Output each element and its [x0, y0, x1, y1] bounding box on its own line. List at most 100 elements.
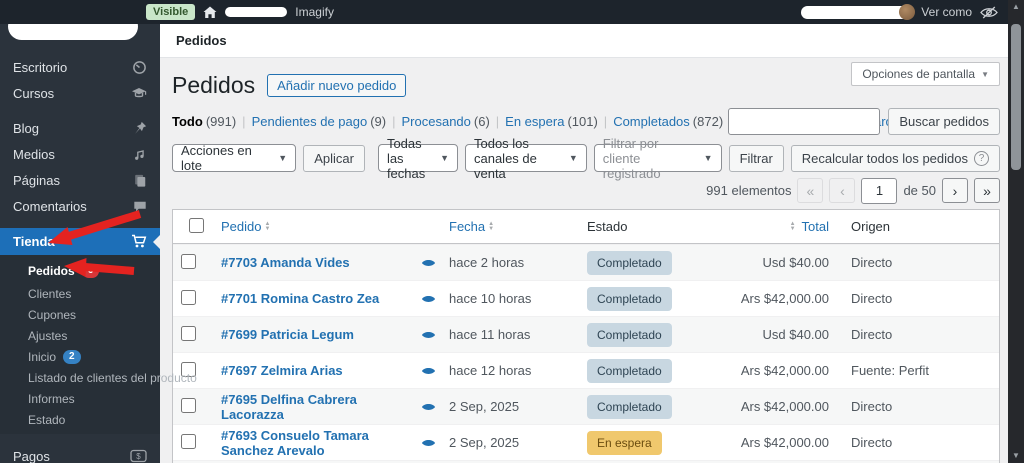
- preview-eye-icon[interactable]: [413, 330, 441, 340]
- next-page-button[interactable]: ›: [942, 178, 968, 203]
- sidebar-item-inicio[interactable]: Inicio 2: [0, 346, 160, 367]
- sidebar-item-paginas[interactable]: Páginas: [0, 167, 160, 193]
- order-link[interactable]: #7695 Delfina Cabrera Lacorazza: [221, 392, 357, 422]
- sidebar-item-ajustes[interactable]: Ajustes: [0, 325, 160, 346]
- table-row: #7703 Amanda Vides hace 2 horas Completa…: [173, 244, 999, 280]
- sidebar-item-comentarios[interactable]: Comentarios: [0, 193, 160, 219]
- order-link[interactable]: #7701 Romina Castro Zea: [221, 291, 379, 306]
- scrollbar-thumb[interactable]: [1011, 24, 1021, 170]
- customer-filter-select[interactable]: Filtrar por cliente registrado ▼: [593, 136, 722, 181]
- filter-todo[interactable]: Todo: [172, 114, 203, 129]
- sidebar-item-label: Ajustes: [28, 328, 68, 343]
- order-origin: Directo: [851, 435, 893, 450]
- add-order-button[interactable]: Añadir nuevo pedido: [267, 73, 407, 97]
- cart-icon: [131, 234, 147, 249]
- date-filter-select[interactable]: Todas las fechas ▼: [377, 136, 458, 181]
- column-header-fecha[interactable]: Fecha ▲ ▼: [441, 219, 579, 234]
- sidebar-item-pedidos[interactable]: Pedidos 6: [0, 258, 160, 283]
- preview-eye-icon[interactable]: [413, 258, 441, 268]
- orders-table: Pedido ▲ ▼ Fecha ▲ ▼ Estado ▲ ▼ Total Orige…: [172, 209, 1000, 463]
- table-row: #7695 Delfina Cabrera Lacorazza 2 Sep, 2…: [173, 388, 999, 424]
- wp-admin-screen: Escritorio Cursos Blog Medios Páginas Co…: [0, 0, 1024, 463]
- user-account-redacted[interactable]: [801, 3, 916, 20]
- preview-eye-icon[interactable]: [413, 294, 441, 304]
- sidebar-item-estado[interactable]: Estado: [0, 409, 160, 430]
- page-title: Pedidos: [172, 71, 256, 98]
- filter-button[interactable]: Filtrar: [728, 144, 784, 172]
- view-as-menu[interactable]: Ver como: [921, 5, 972, 19]
- filter-en-espera[interactable]: En espera: [505, 114, 564, 129]
- pagination: 991 elementos « ‹ de 50 › »: [172, 177, 1000, 204]
- sidebar-nav: Escritorio Cursos Blog Medios Páginas Co…: [0, 0, 197, 463]
- items-count: 991 elementos: [706, 183, 792, 198]
- eye-off-icon[interactable]: [980, 6, 998, 19]
- sidebar-item-label: Cupones: [28, 307, 77, 322]
- apply-button[interactable]: Aplicar: [303, 144, 365, 172]
- sidebar-item-medios[interactable]: Medios: [0, 141, 160, 167]
- preview-eye-icon[interactable]: [413, 438, 441, 448]
- row-checkbox[interactable]: [181, 433, 196, 449]
- recalculate-orders-button[interactable]: Recalcular todos los pedidos ?: [790, 144, 1000, 172]
- preview-eye-icon[interactable]: [413, 366, 441, 376]
- chevron-down-icon: ▼: [703, 153, 713, 163]
- order-link[interactable]: #7693 Consuelo Tamara Sanchez Arevalo: [221, 428, 369, 458]
- order-link[interactable]: #7703 Amanda Vides: [221, 255, 350, 270]
- sales-channel-select[interactable]: Todos los canales de venta ▼: [464, 136, 587, 181]
- avatar: [899, 3, 916, 20]
- preview-eye-icon[interactable]: [413, 402, 441, 412]
- sidebar-item-escritorio[interactable]: Escritorio: [0, 54, 160, 80]
- order-total: Ars $42,000.00: [740, 435, 829, 450]
- sidebar-item-label: Pagos: [13, 448, 50, 463]
- order-date: hace 11 horas: [449, 327, 531, 342]
- column-header-pedido[interactable]: Pedido ▲ ▼: [213, 219, 413, 234]
- search-orders-button[interactable]: Buscar pedidos: [888, 108, 1000, 135]
- comment-icon: [133, 200, 147, 213]
- sidebar-item-tienda[interactable]: Tienda: [0, 228, 160, 255]
- scroll-down-arrow[interactable]: ▼: [1008, 450, 1024, 462]
- screen-options-label: Opciones de pantalla: [862, 67, 976, 81]
- site-name-redacted[interactable]: [225, 7, 288, 17]
- pages-icon: [133, 173, 147, 188]
- order-link[interactable]: #7699 Patricia Legum: [221, 327, 354, 342]
- sidebar-item-clientes[interactable]: Clientes: [0, 283, 160, 304]
- sidebar-item-cupones[interactable]: Cupones: [0, 304, 160, 325]
- sidebar-item-cursos[interactable]: Cursos: [0, 80, 160, 106]
- row-checkbox[interactable]: [181, 397, 196, 413]
- filter-procesando[interactable]: Procesando: [402, 114, 471, 129]
- order-link[interactable]: #7697 Zelmira Arias: [221, 363, 343, 378]
- row-checkbox[interactable]: [181, 325, 196, 341]
- first-page-button[interactable]: «: [797, 178, 824, 203]
- sidebar-item-informes[interactable]: Informes: [0, 388, 160, 409]
- screen-options-button[interactable]: Opciones de pantalla ▼: [851, 62, 1000, 86]
- select-all-checkbox[interactable]: [189, 217, 204, 233]
- sidebar-item-blog[interactable]: Blog: [0, 115, 160, 141]
- total-pages-label: de 50: [903, 183, 936, 198]
- order-origin: Directo: [851, 327, 893, 342]
- order-date: hace 10 horas: [449, 291, 532, 306]
- page-scrollbar[interactable]: ▲ ▼: [1008, 0, 1024, 463]
- row-checkbox[interactable]: [181, 253, 196, 269]
- status-badge: En espera: [587, 430, 662, 455]
- chevron-down-icon: ▼: [278, 153, 288, 163]
- order-date: hace 2 horas: [449, 255, 525, 270]
- admin-sidebar: Escritorio Cursos Blog Medios Páginas Co…: [0, 0, 197, 463]
- sidebar-item-label: Medios: [13, 146, 55, 162]
- home-icon[interactable]: [203, 6, 217, 19]
- payments-icon: $: [130, 449, 147, 463]
- prev-page-button[interactable]: ‹: [829, 178, 856, 203]
- scroll-up-arrow[interactable]: ▲: [1008, 1, 1024, 13]
- current-page-input[interactable]: [861, 177, 898, 204]
- secondary-header: Pedidos: [160, 24, 1008, 58]
- bulk-actions-select[interactable]: Acciones en lote ▼: [172, 143, 297, 173]
- search-orders-input[interactable]: [728, 108, 881, 135]
- sidebar-item-label: Comentarios: [13, 198, 87, 214]
- toolbar-row: Acciones en lote ▼ Aplicar Todas las fec…: [172, 136, 1000, 181]
- filter-pendientes[interactable]: Pendientes de pago: [252, 114, 368, 129]
- imagify-menu[interactable]: Imagify: [295, 5, 334, 19]
- sidebar-item-pagos[interactable]: Pagos $: [0, 443, 160, 463]
- last-page-button[interactable]: »: [974, 178, 1000, 203]
- filter-completados[interactable]: Completados: [613, 114, 690, 129]
- column-header-total[interactable]: ▲ ▼ Total: [721, 219, 843, 234]
- row-checkbox[interactable]: [181, 289, 196, 305]
- sidebar-item-listado-clientes-producto[interactable]: Listado de clientes del producto: [0, 367, 197, 388]
